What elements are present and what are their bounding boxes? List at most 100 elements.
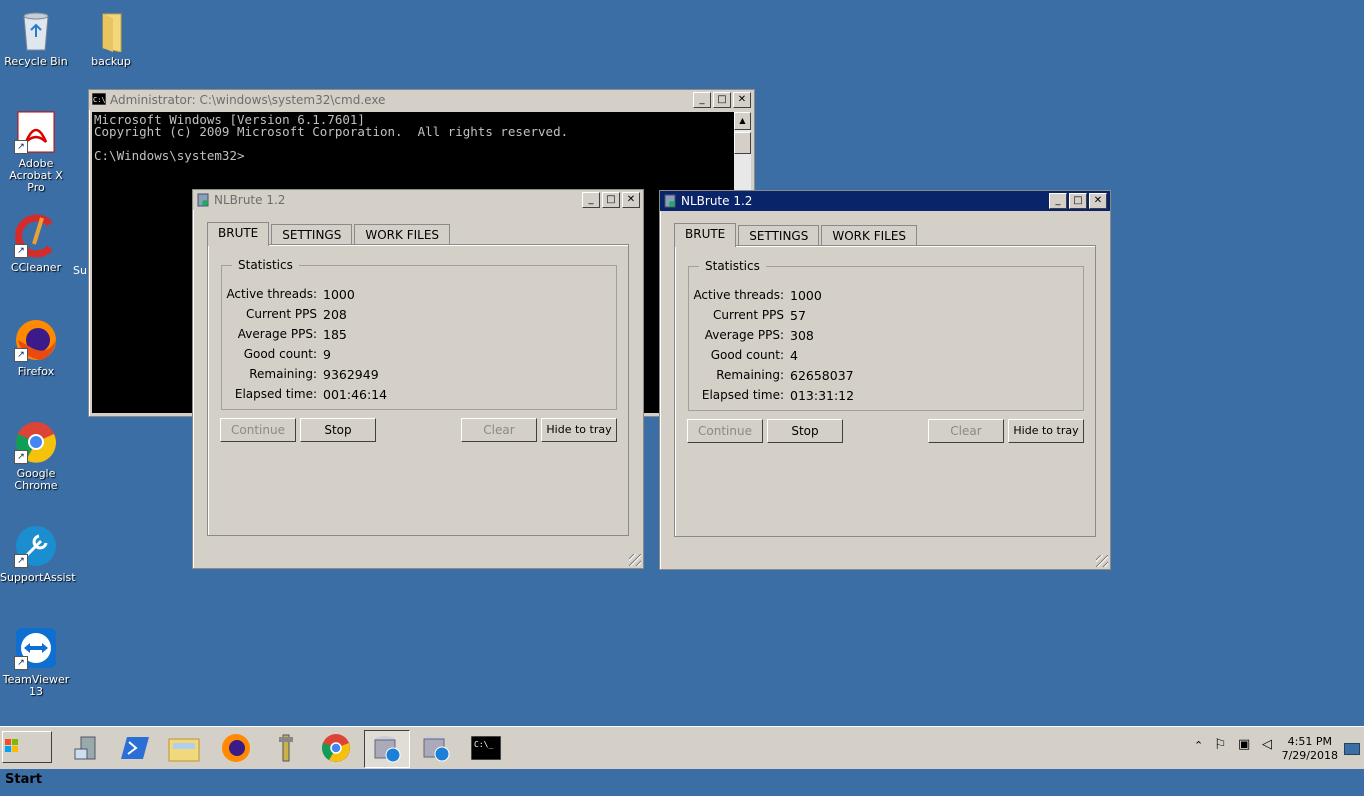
desktop-icon-backup[interactable]: backup [75,8,147,68]
tab-settings[interactable]: SETTINGS [738,225,820,246]
start-label: Start [5,772,42,787]
nlbrute-titlebar[interactable]: NLBrute 1.2 _ □ ✕ [660,191,1110,211]
stat-value: 208 [323,306,347,322]
stat-value: 1000 [323,286,355,302]
firefox-icon[interactable] [214,730,258,766]
tools-icon[interactable] [264,730,308,766]
stat-value: 57 [790,307,806,323]
explorer-icon[interactable] [162,730,206,766]
statistics-title: Statistics [232,258,299,272]
chrome-icon: ↗ [14,420,58,464]
teamviewer-icon: ↗ [14,626,58,670]
tab-work-files[interactable]: WORK FILES [354,224,451,245]
clear-button[interactable]: Clear [928,419,1004,443]
nlbrute-app-icon [663,194,677,208]
system-tray: ⌃ ⚐ ▣ ◁ 4:51 PM 7/29/2018 [1184,729,1364,767]
tab-work-files[interactable]: WORK FILES [821,225,918,246]
windows-logo-icon [5,739,18,752]
supportassist-icon: ↗ [14,524,58,568]
svg-text:C:\_: C:\_ [474,740,493,749]
desktop-icon-label: Adobe Acrobat X Pro [9,157,63,194]
action-center-flag-icon[interactable]: ⚐ [1214,737,1227,753]
minimize-button[interactable]: _ [582,192,600,208]
stat-elapsed-time: Elapsed time: 013:31:12 [701,387,855,403]
shortcut-arrow-icon: ↗ [14,554,28,568]
nlbrute-titlebar[interactable]: NLBrute 1.2 _ □ ✕ [193,190,643,210]
stat-value: 1000 [790,287,822,303]
close-button[interactable]: ✕ [622,192,640,208]
nlbrute-window-2[interactable]: NLBrute 1.2 _ □ ✕ BRUTE SETTINGS WORK FI… [659,190,1111,570]
minimize-button[interactable]: _ [1049,193,1067,209]
statistics-group: Statistics Active threads: 1000 Current P… [221,258,617,410]
nlbrute-window-1[interactable]: NLBrute 1.2 _ □ ✕ BRUTE SETTINGS WORK FI… [192,189,644,569]
desktop-icon-teamviewer[interactable]: ↗ TeamViewer 13 [0,626,72,698]
stat-value: 62658037 [790,367,854,383]
stop-button[interactable]: Stop [300,418,376,442]
scroll-thumb[interactable] [734,132,751,154]
brute-panel: Statistics Active threads: 1000 Current P… [207,244,629,536]
stat-average-pps: Average PPS: 308 [704,327,814,343]
shortcut-arrow-icon: ↗ [14,450,28,464]
cmd-icon[interactable]: C:\_ [464,730,508,766]
statistics-group: Statistics Active threads: 1000 Current P… [688,259,1084,411]
network-icon[interactable]: ▣ [1238,737,1250,752]
continue-button[interactable]: Continue [220,418,296,442]
stat-remaining: Remaining: 9362949 [249,366,379,382]
desktop-icon-firefox[interactable]: ↗ Firefox [0,318,72,378]
desktop-icon-acrobat[interactable]: ↗ Adobe Acrobat X Pro [0,110,72,194]
tab-strip: BRUTE SETTINGS WORK FILES [207,222,452,246]
clear-button[interactable]: Clear [461,418,537,442]
powershell-icon[interactable] [114,730,158,766]
server-manager-icon[interactable] [66,730,110,766]
nlbrute-icon[interactable] [364,730,410,768]
taskbar: Start C:\_ ⌃ ⚐ ▣ ◁ 4:51 PM 7/29/2018 [0,726,1364,787]
start-button[interactable]: Start [2,731,52,787]
stat-value: 308 [790,327,814,343]
svg-text:C:\: C:\ [93,96,106,104]
close-button[interactable]: ✕ [733,92,751,108]
desktop-icon-chrome[interactable]: ↗ Google Chrome [0,420,72,492]
cmd-icon: C:\ [91,92,107,107]
ccleaner-icon: ↗ [14,214,58,258]
scroll-up-icon[interactable]: ▲ [734,112,751,130]
continue-button[interactable]: Continue [687,419,763,443]
close-button[interactable]: ✕ [1089,193,1107,209]
chrome-icon[interactable] [314,730,358,766]
show-desktop-icon[interactable] [1344,743,1360,755]
stat-value: 001:46:14 [323,386,388,402]
minimize-button[interactable]: _ [693,92,711,108]
stat-current-pps: Current PPS 57 [713,307,806,323]
brute-panel: Statistics Active threads: 1000 Current P… [674,245,1096,537]
clock-date: 7/29/2018 [1281,749,1338,762]
show-hidden-icons-chevron-icon[interactable]: ⌃ [1194,739,1203,752]
maximize-button[interactable]: □ [713,92,731,108]
stat-value: 9 [323,346,331,362]
hide-to-tray-button[interactable]: Hide to tray [1008,419,1084,443]
hide-to-tray-button[interactable]: Hide to tray [541,418,617,442]
tab-brute[interactable]: BRUTE [674,223,737,247]
shortcut-arrow-icon: ↗ [14,140,28,154]
cmd-title: Administrator: C:\windows\system32\cmd.e… [110,93,386,107]
maximize-button[interactable]: □ [1069,193,1087,209]
cmd-titlebar[interactable]: C:\ Administrator: C:\windows\system32\c… [89,90,754,110]
desktop-icon-supportassist[interactable]: ↗ SupportAssist [0,524,76,584]
tab-settings[interactable]: SETTINGS [271,224,353,245]
nlbrute-icon[interactable] [414,730,458,766]
desktop-icon-label: Firefox [17,365,55,378]
folder-icon [89,8,133,53]
resize-grip[interactable] [629,554,641,566]
shortcut-arrow-icon: ↗ [14,656,28,670]
maximize-button[interactable]: □ [602,192,620,208]
desktop-icon-label: SupportAssist [0,571,76,584]
stat-value: 013:31:12 [790,387,855,403]
desktop-icon-recycle-bin[interactable]: Recycle Bin [0,8,72,68]
stat-remaining: Remaining: 62658037 [716,367,854,383]
window-title: NLBrute 1.2 [681,194,753,208]
recycle-bin-icon [14,8,58,52]
volume-icon[interactable]: ◁ [1262,737,1272,752]
resize-grip[interactable] [1096,555,1108,567]
clock[interactable]: 4:51 PM 7/29/2018 [1282,735,1338,763]
stat-value: 185 [323,326,347,342]
tab-brute[interactable]: BRUTE [207,222,270,246]
stop-button[interactable]: Stop [767,419,843,443]
